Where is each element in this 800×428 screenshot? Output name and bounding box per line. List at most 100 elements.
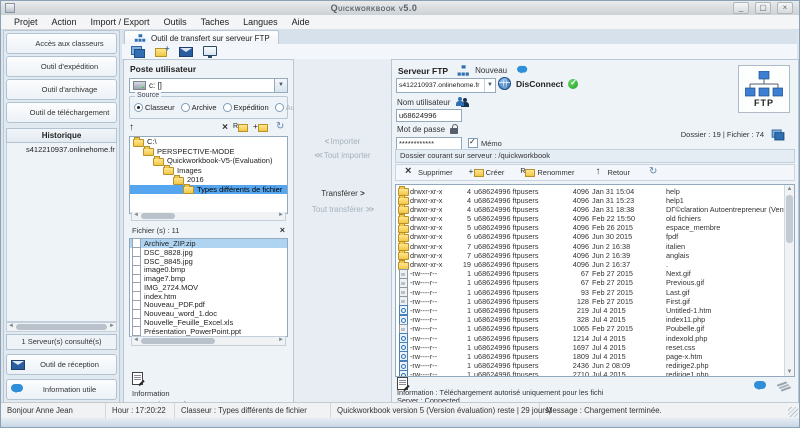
listing-row[interactable]: drwxr-xr-x 5 u68624996 ftpusers 4096 Feb… [396,223,785,232]
server-toolbar-button[interactable]: Renommer [521,167,574,178]
new-server-button[interactable]: Nouveau [456,64,507,77]
transfer-all-button[interactable]: Tout transférer >> [294,205,391,214]
listing-row[interactable]: -rw----r-- 1 u68624996 ftpusers 1065 Feb… [396,324,785,333]
tree-item[interactable]: C:\ [130,137,287,147]
tree-item[interactable]: PERSPECTIVE-MODE [130,147,287,157]
tab-ftp-transfer[interactable]: Outil de transfert sur serveur FTP [124,30,279,45]
delete-icon[interactable]: × [222,122,228,133]
file-item[interactable]: index.htm [130,292,287,301]
tree-item[interactable]: Types différents de fichier [130,185,287,195]
import-all-button[interactable]: << Tout importer [294,151,391,160]
transfer-button[interactable]: Transférer > [294,189,391,198]
scroll-right-icon[interactable]: ► [277,337,285,345]
sidebar-tool-button[interactable]: Outil d'expédition [6,56,117,77]
sidebar-tool-button[interactable]: Outil de téléchargement [6,102,117,123]
listing-row[interactable]: drwxr-xr-x 5 u68624996 ftpusers 4096 Feb… [396,214,785,223]
sidebar-tool-button[interactable]: Outil d'archivage [6,79,117,100]
memo-checkbox[interactable] [468,138,478,148]
speech-bubble-icon[interactable] [753,380,769,393]
scroll-right-icon[interactable]: ► [108,323,116,331]
server-toolbar-button[interactable]: Créer [470,167,505,178]
listing-row[interactable]: drwxr-xr-x 19 u68624996 ftpusers 4096 Ju… [396,260,785,269]
history-item[interactable]: s412210937.onlinehome.fr [7,143,116,156]
listing-row[interactable]: -rw----r-- 1 u68624996 ftpusers 93 Feb 2… [396,287,785,296]
server-selector[interactable]: s412210937.onlinehome.fr ▼ [396,78,496,93]
chevron-down-icon[interactable]: ▼ [274,79,287,92]
file-item[interactable]: Présentation_PowerPoint.ppt [130,327,287,336]
create-folder-icon[interactable] [254,122,268,133]
reception-tool-button[interactable]: Outil de réception [6,354,117,375]
listing-row[interactable]: drwxr-xr-x 4 u68624996 ftpusers 4096 Jan… [396,204,785,213]
scroll-right-icon[interactable]: ► [277,212,285,220]
close-button[interactable]: × [777,2,793,14]
listing-row[interactable]: -rw----r-- 1 u68624996 ftpusers 1809 Jul… [396,351,785,360]
menu-item[interactable]: Outils [157,17,194,27]
listing-row[interactable]: drwxr-xr-x 4 u68624996 ftpusers 4096 Jan… [396,195,785,204]
rename-folder-icon[interactable] [234,122,248,133]
scroll-down-icon[interactable]: ▼ [785,368,794,376]
tree-item[interactable]: 2016 [130,175,287,185]
file-item[interactable]: image7.bmp [130,274,287,283]
scrollbar-thumb[interactable] [16,324,107,330]
file-item[interactable]: Archive_ZIP.zip [130,239,287,248]
memo-checkbox-row[interactable]: Mémo [468,138,502,148]
filelist-horizontal-scrollbar[interactable]: ◄ ► [131,336,286,346]
file-item[interactable]: DSC_8845.jpg [130,257,287,266]
clear-selection-icon[interactable]: × [280,225,285,235]
menu-item[interactable]: Projet [7,17,45,27]
listing-vertical-scrollbar[interactable]: ▲ ▼ [784,185,794,376]
file-item[interactable]: IMG_2724.MOV [130,283,287,292]
file-item[interactable]: image0.bmp [130,265,287,274]
drive-selector[interactable]: c: [] ▼ [129,78,288,93]
menu-item[interactable]: Aide [285,17,317,27]
listing-row[interactable]: drwxr-xr-x 7 u68624996 ftpusers 4096 Jun… [396,250,785,259]
server-toolbar-button[interactable]: Supprimer [402,167,453,178]
username-field[interactable]: u68624996 [396,109,462,122]
scroll-left-icon[interactable]: ◄ [132,212,140,220]
tree-item[interactable]: Images [130,166,287,176]
listing-row[interactable]: drwxr-xr-x 6 u68624996 ftpusers 4096 Jun… [396,232,785,241]
folders-toolbar-button[interactable] [129,45,146,58]
listing-row[interactable]: -rw----r-- 1 u68624996 ftpusers 1697 Jul… [396,342,785,351]
scroll-left-icon[interactable]: ◄ [132,337,140,345]
disconnect-button[interactable]: DisConnect [516,79,563,89]
file-item[interactable]: Nouvelle_Feuille_Excel.xls [130,318,287,327]
file-item[interactable]: Nouveau_word_1.doc [130,309,287,318]
resize-grip[interactable] [788,407,798,417]
scrollbar-thumb[interactable] [141,213,175,219]
refresh-icon[interactable] [274,122,288,133]
file-item[interactable]: DSC_8828.jpg [130,248,287,257]
useful-info-button[interactable]: Information utile [6,379,117,400]
listing-row[interactable]: -rw----r-- 1 u68624996 ftpusers 128 Feb … [396,296,785,305]
listing-row[interactable]: drwxr-xr-x 7 u68624996 ftpusers 4096 Jun… [396,241,785,250]
menu-item[interactable]: Taches [194,17,237,27]
tree-item[interactable]: Quickworkbook-V5-(Evaluation) [130,156,287,166]
source-radio-option[interactable]: Archive [181,103,217,112]
up-level-icon[interactable]: ↑ [129,122,134,133]
menu-item[interactable]: Action [45,17,84,27]
sidebar-tool-button[interactable]: Accès aux classeurs [6,33,117,54]
scroll-up-icon[interactable]: ▲ [785,185,794,193]
tree-horizontal-scrollbar[interactable]: ◄ ► [131,212,286,221]
listing-row[interactable]: -rw----r-- 1 u68624996 ftpusers 1214 Jul… [396,333,785,342]
listing-row[interactable]: drwxr-xr-x 4 u68624996 ftpusers 4096 Jan… [396,186,785,195]
minimize-button[interactable]: _ [733,2,749,14]
scrollbar-thumb[interactable] [786,195,793,243]
speech-bubble-icon[interactable] [516,65,530,76]
listing-row[interactable]: -rw----r-- 1 u68624996 ftpusers 2710 Jul… [396,370,785,377]
source-radio-option[interactable]: Expédition [223,103,269,112]
listing-row[interactable]: -rw----r-- 1 u68624996 ftpusers 67 Feb 2… [396,269,785,278]
chevron-down-icon[interactable]: ▼ [484,79,495,92]
source-radio-option[interactable]: Classeur [134,103,175,112]
menu-item[interactable]: Langues [236,17,285,27]
import-button[interactable]: < Importer [294,137,391,146]
listing-row[interactable]: -rw----r-- 1 u68624996 ftpusers 328 Jul … [396,315,785,324]
folder-add-toolbar-button[interactable] [153,45,170,58]
scrollbar-thumb[interactable] [141,338,215,344]
sidebar-horizontal-scrollbar[interactable]: ◄ ► [6,322,117,332]
listing-row[interactable]: -rw----r-- 1 u68624996 ftpusers 2436 Jun… [396,361,785,370]
monitor-toolbar-button[interactable] [201,45,218,58]
scroll-left-icon[interactable]: ◄ [7,323,15,331]
envelope-toolbar-button[interactable] [177,45,194,58]
file-item[interactable]: Nouveau_PDF.pdf [130,301,287,310]
